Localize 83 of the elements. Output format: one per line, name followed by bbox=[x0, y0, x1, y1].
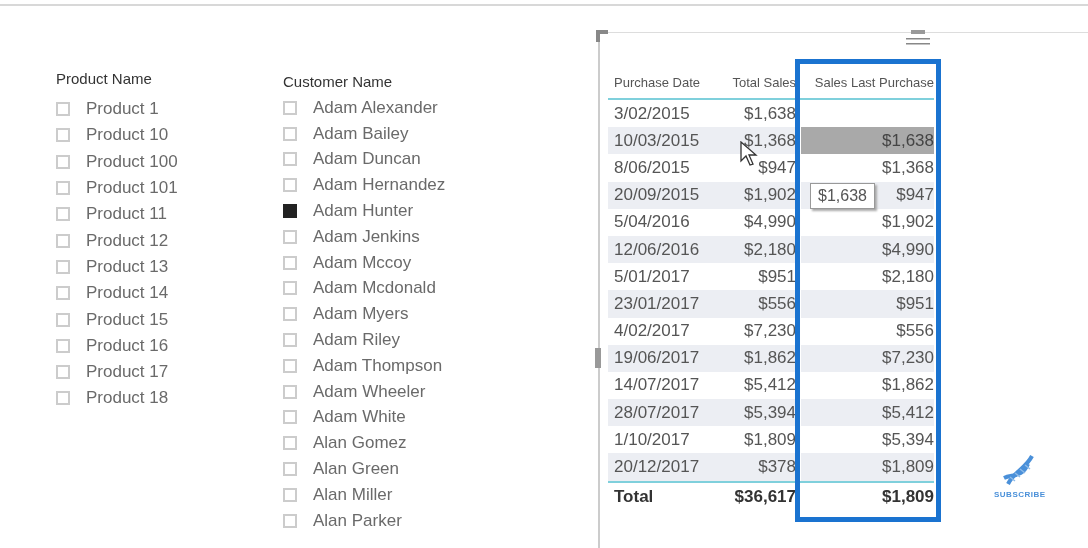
slicer-item[interactable]: Adam Alexander bbox=[309, 97, 438, 118]
table-cell-text: $1,368 bbox=[881, 156, 934, 179]
table-cell-text: $947 bbox=[757, 156, 796, 179]
table-cell: $1,638 bbox=[801, 127, 934, 155]
table-cell-text: 8/06/2015 bbox=[613, 156, 691, 179]
table-cell: $5,412 bbox=[801, 399, 934, 427]
slicer-item[interactable]: Adam Jenkins bbox=[309, 226, 420, 247]
slicer-item[interactable]: Product 100 bbox=[82, 151, 178, 172]
table-cell-text: 5/01/2017 bbox=[613, 265, 691, 288]
table-cell: $1,902 bbox=[706, 181, 796, 209]
table-cell: $4,990 bbox=[801, 235, 934, 264]
table-cell: $378 bbox=[706, 453, 796, 481]
slicer-item[interactable]: Adam White bbox=[309, 407, 406, 428]
corner-handle-icon[interactable] bbox=[596, 30, 608, 42]
slicer-item[interactable]: Product 18 bbox=[82, 388, 169, 409]
table-cell: 19/06/2017 bbox=[608, 344, 706, 372]
slicer-item[interactable]: Adam Bailey bbox=[309, 123, 409, 144]
slicer-item[interactable]: Product 15 bbox=[82, 309, 169, 330]
table-cell-text: $7,230 bbox=[743, 320, 796, 343]
menu-icon[interactable] bbox=[906, 30, 930, 46]
slicer-item[interactable]: Product 14 bbox=[82, 283, 169, 304]
checkbox[interactable] bbox=[283, 204, 297, 219]
slicer-item[interactable]: Product 16 bbox=[82, 335, 169, 356]
slicer-item[interactable]: Product 11 bbox=[82, 204, 167, 225]
slicer-item[interactable]: Adam Mcdonald bbox=[309, 278, 436, 299]
slicer-item[interactable]: Product 101 bbox=[82, 178, 178, 199]
table-cell-text: $2,180 bbox=[881, 265, 934, 288]
table-cell: $1,862 bbox=[706, 344, 796, 372]
table-cell: 28/07/2017 bbox=[608, 399, 706, 427]
table-cell-text: $4,990 bbox=[743, 211, 796, 234]
table-cell: $5,394 bbox=[706, 399, 796, 427]
slicer-item[interactable]: Alan Miller bbox=[309, 484, 393, 505]
table-cell: $1,368 bbox=[706, 127, 796, 155]
table-cell-text: 5/04/2016 bbox=[613, 211, 691, 234]
table-cell-text: 3/02/2015 bbox=[613, 102, 691, 125]
column-header[interactable]: Sales Last Purchase bbox=[801, 66, 934, 100]
table-cell: 10/03/2015 bbox=[608, 127, 706, 155]
slicer-title: Customer Name bbox=[283, 73, 394, 92]
tooltip: $1,638 bbox=[810, 183, 875, 209]
table-cell: 20/12/2017 bbox=[608, 453, 706, 481]
slicer-item[interactable]: Adam Mccoy bbox=[309, 252, 412, 273]
slicer-item[interactable]: Adam Riley bbox=[309, 330, 400, 351]
table-cell-text: $1,902 bbox=[881, 211, 934, 234]
table-cell-text: 14/07/2017 bbox=[613, 374, 701, 397]
slicer-item[interactable]: Adam Wheeler bbox=[309, 381, 426, 402]
slicer-item[interactable]: Alan Green bbox=[309, 459, 399, 480]
total-cell: $1,809 bbox=[801, 480, 934, 511]
column-header[interactable]: Total Sales bbox=[706, 66, 796, 100]
table-cell-text: $1,638 bbox=[743, 102, 796, 125]
table-cell-text: 1/10/2017 bbox=[613, 428, 691, 451]
table-cell: $1,809 bbox=[801, 453, 934, 481]
table-cell-text: $556 bbox=[895, 320, 934, 343]
total-label: Total bbox=[608, 480, 706, 511]
table-cell-text: $1,809 bbox=[743, 428, 796, 451]
slicer-title: Product Name bbox=[56, 70, 153, 89]
table-cell-text: $5,412 bbox=[743, 374, 796, 397]
table-cell: $7,230 bbox=[801, 344, 934, 372]
table-cell: 23/01/2017 bbox=[608, 290, 706, 318]
table-cell: $2,180 bbox=[706, 235, 796, 264]
subscribe-label[interactable]: SUBSCRIBE bbox=[994, 490, 1046, 499]
table-cell-text: $951 bbox=[757, 265, 796, 288]
column-header[interactable]: Purchase Date bbox=[608, 66, 706, 100]
resize-handle[interactable] bbox=[595, 348, 601, 368]
slicer-item[interactable]: Alan Gomez bbox=[309, 433, 407, 454]
slicer-item[interactable]: Adam Hernandez bbox=[309, 175, 446, 196]
total-cell: $36,617 bbox=[706, 480, 796, 511]
slicer-item[interactable]: Product 13 bbox=[82, 256, 169, 277]
slicer-item[interactable]: Adam Hunter bbox=[309, 201, 414, 222]
slicer-item[interactable]: Product 17 bbox=[82, 362, 169, 383]
table-cell: 12/06/2016 bbox=[608, 235, 706, 264]
table-cell: $951 bbox=[801, 290, 934, 318]
slicer-item[interactable]: Product 1 bbox=[82, 99, 159, 120]
slicer-item[interactable]: Adam Myers bbox=[309, 304, 409, 325]
table-cell-text: $5,394 bbox=[881, 428, 934, 451]
slicer-item[interactable]: Adam Thompson bbox=[309, 355, 443, 376]
slicer-item[interactable]: Product 10 bbox=[82, 125, 169, 146]
table-cell: 20/09/2015 bbox=[608, 181, 706, 209]
table-cell-text: $1,862 bbox=[881, 374, 934, 397]
slicer-item[interactable]: Alan Parker bbox=[309, 510, 402, 531]
table-cell: $556 bbox=[706, 290, 796, 318]
slicer-item[interactable]: Adam Duncan bbox=[309, 149, 421, 170]
slicer-item[interactable]: Product 12 bbox=[82, 230, 169, 251]
table-cell-text: 4/02/2017 bbox=[613, 320, 691, 343]
